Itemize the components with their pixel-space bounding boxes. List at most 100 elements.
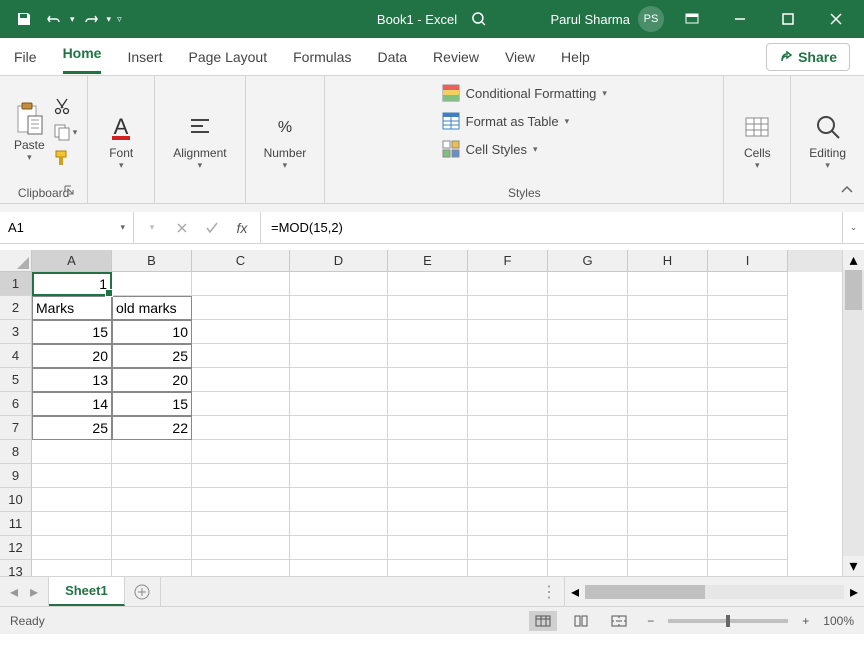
cell-F3[interactable] xyxy=(468,320,548,344)
cell-F13[interactable] xyxy=(468,560,548,576)
cell-C7[interactable] xyxy=(192,416,290,440)
next-sheet-icon[interactable]: ▸ xyxy=(30,582,38,602)
qat-overflow[interactable]: ▿ xyxy=(117,14,122,25)
cell-H1[interactable] xyxy=(628,272,708,296)
cell-B10[interactable] xyxy=(112,488,192,512)
name-box[interactable]: A1 ▾ xyxy=(0,212,134,243)
cell-D9[interactable] xyxy=(290,464,388,488)
cell-F5[interactable] xyxy=(468,368,548,392)
row-header-13[interactable]: 13 xyxy=(0,560,32,576)
horizontal-scrollbar[interactable]: ◂ ▸ xyxy=(564,577,864,606)
tab-file[interactable]: File xyxy=(14,43,37,71)
scroll-down-icon[interactable]: ▾ xyxy=(843,556,864,576)
row-header-3[interactable]: 3 xyxy=(0,320,32,344)
cell-E12[interactable] xyxy=(388,536,468,560)
cell-F10[interactable] xyxy=(468,488,548,512)
cell-A11[interactable] xyxy=(32,512,112,536)
scroll-left-icon[interactable]: ◂ xyxy=(565,582,585,602)
cell-B1[interactable] xyxy=(112,272,192,296)
cell-C1[interactable] xyxy=(192,272,290,296)
row-header-11[interactable]: 11 xyxy=(0,512,32,536)
cell-D4[interactable] xyxy=(290,344,388,368)
col-header-G[interactable]: G xyxy=(548,250,628,272)
cell-D8[interactable] xyxy=(290,440,388,464)
cell-I11[interactable] xyxy=(708,512,788,536)
cell-C13[interactable] xyxy=(192,560,290,576)
row-header-5[interactable]: 5 xyxy=(0,368,32,392)
maximize-button[interactable] xyxy=(768,0,808,38)
cell-F2[interactable] xyxy=(468,296,548,320)
font-button[interactable]: A Font ▾ xyxy=(98,82,144,200)
cell-E1[interactable] xyxy=(388,272,468,296)
cell-B4[interactable]: 25 xyxy=(112,344,192,368)
cell-H11[interactable] xyxy=(628,512,708,536)
cell-E9[interactable] xyxy=(388,464,468,488)
cell-E8[interactable] xyxy=(388,440,468,464)
row-header-6[interactable]: 6 xyxy=(0,392,32,416)
cell-G12[interactable] xyxy=(548,536,628,560)
cell-B9[interactable] xyxy=(112,464,192,488)
tab-home[interactable]: Home xyxy=(63,39,102,74)
cell-B12[interactable] xyxy=(112,536,192,560)
cell-A2[interactable]: Marks xyxy=(32,296,112,320)
col-header-H[interactable]: H xyxy=(628,250,708,272)
save-icon[interactable] xyxy=(10,5,38,33)
clipboard-dialog-launcher[interactable] xyxy=(63,184,77,198)
cell-B13[interactable] xyxy=(112,560,192,576)
cell-B6[interactable]: 15 xyxy=(112,392,192,416)
row-header-9[interactable]: 9 xyxy=(0,464,32,488)
cell-F8[interactable] xyxy=(468,440,548,464)
name-box-dropdown[interactable]: ▾ xyxy=(120,222,125,233)
cell-E5[interactable] xyxy=(388,368,468,392)
cell-I6[interactable] xyxy=(708,392,788,416)
cell-G11[interactable] xyxy=(548,512,628,536)
cell-C5[interactable] xyxy=(192,368,290,392)
cell-C10[interactable] xyxy=(192,488,290,512)
cell-G5[interactable] xyxy=(548,368,628,392)
tab-formulas[interactable]: Formulas xyxy=(293,43,351,71)
tab-view[interactable]: View xyxy=(505,43,535,71)
cancel-formula-icon[interactable] xyxy=(168,212,196,243)
cell-G3[interactable] xyxy=(548,320,628,344)
insert-function-icon[interactable]: fx xyxy=(228,212,256,243)
cell-I10[interactable] xyxy=(708,488,788,512)
cell-E13[interactable] xyxy=(388,560,468,576)
col-header-B[interactable]: B xyxy=(112,250,192,272)
user-avatar[interactable]: PS xyxy=(638,6,664,32)
cell-E3[interactable] xyxy=(388,320,468,344)
cell-B2[interactable]: old marks xyxy=(112,296,192,320)
cell-D3[interactable] xyxy=(290,320,388,344)
cell-I5[interactable] xyxy=(708,368,788,392)
cut-button[interactable] xyxy=(53,97,78,115)
cell-F12[interactable] xyxy=(468,536,548,560)
cell-H8[interactable] xyxy=(628,440,708,464)
cell-A10[interactable] xyxy=(32,488,112,512)
col-header-A[interactable]: A xyxy=(32,250,112,272)
cell-I12[interactable] xyxy=(708,536,788,560)
cell-A4[interactable]: 20 xyxy=(32,344,112,368)
close-button[interactable] xyxy=(816,0,856,38)
scroll-up-icon[interactable]: ▴ xyxy=(843,250,864,270)
cell-C8[interactable] xyxy=(192,440,290,464)
cell-D11[interactable] xyxy=(290,512,388,536)
zoom-level[interactable]: 100% xyxy=(823,614,854,628)
tab-page-layout[interactable]: Page Layout xyxy=(188,43,267,71)
cell-H6[interactable] xyxy=(628,392,708,416)
cell-A7[interactable]: 25 xyxy=(32,416,112,440)
cell-F1[interactable] xyxy=(468,272,548,296)
cell-H5[interactable] xyxy=(628,368,708,392)
cell-H12[interactable] xyxy=(628,536,708,560)
cell-C2[interactable] xyxy=(192,296,290,320)
cell-D1[interactable] xyxy=(290,272,388,296)
format-painter-button[interactable] xyxy=(53,149,78,167)
cell-A9[interactable] xyxy=(32,464,112,488)
cell-B11[interactable] xyxy=(112,512,192,536)
cell-H3[interactable] xyxy=(628,320,708,344)
cell-E7[interactable] xyxy=(388,416,468,440)
conditional-formatting-button[interactable]: Conditional Formatting▾ xyxy=(440,82,609,104)
share-button[interactable]: Share xyxy=(766,43,850,71)
zoom-slider[interactable] xyxy=(668,619,788,623)
cell-F9[interactable] xyxy=(468,464,548,488)
minimize-button[interactable] xyxy=(720,0,760,38)
tab-insert[interactable]: Insert xyxy=(127,43,162,71)
